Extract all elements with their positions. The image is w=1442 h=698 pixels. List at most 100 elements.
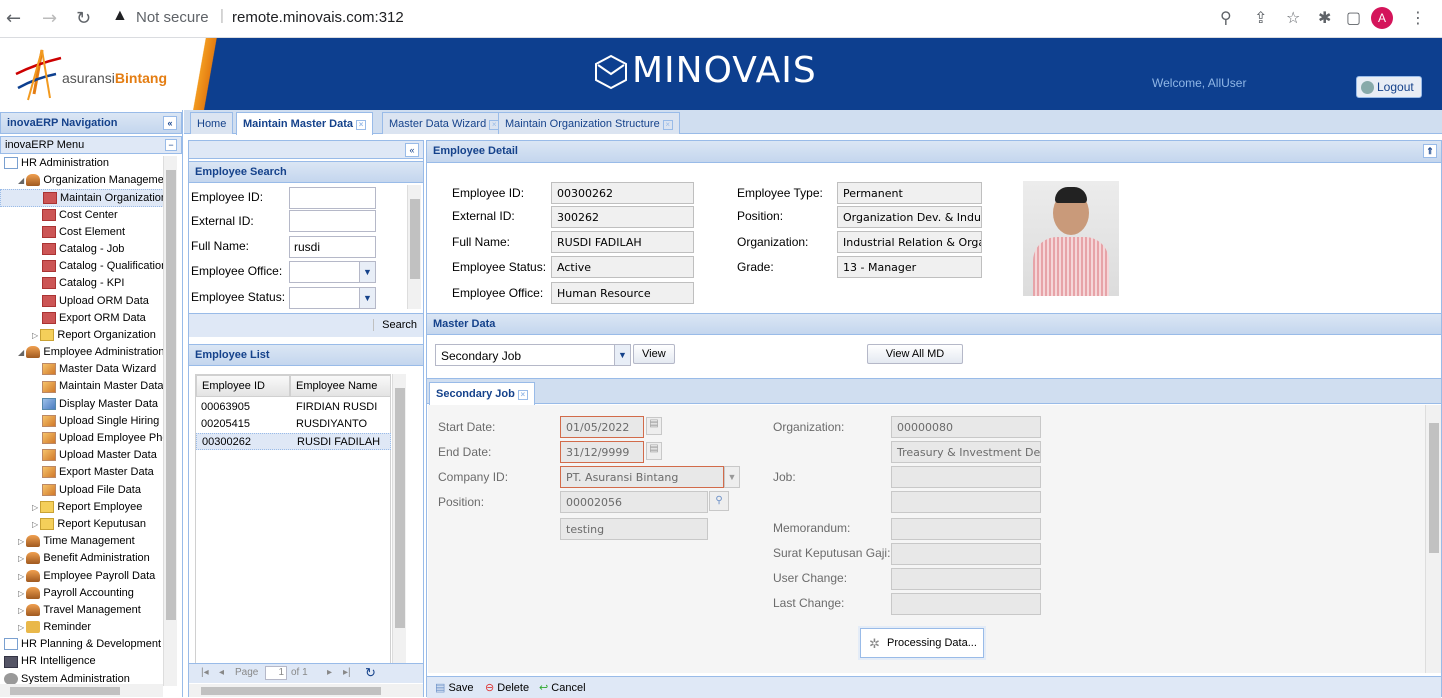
tab-maintain-master-data[interactable]: Maintain Master Data × <box>236 112 374 135</box>
sidebar-item-employee-payroll-data[interactable]: ▷ Employee Payroll Data <box>0 568 168 585</box>
next-page-icon[interactable]: ▸ <box>327 667 332 678</box>
chevron-down-icon[interactable]: ▼ <box>359 288 375 308</box>
tab-maintain-organization-structure[interactable]: Maintain Organization Structure × <box>498 112 680 134</box>
menu-kebab-icon[interactable]: ⋮ <box>1410 8 1426 27</box>
pager-page-input[interactable]: 1 <box>265 666 287 680</box>
master-data-select[interactable]: Secondary Job ▼ <box>435 344 631 366</box>
view-button[interactable]: View <box>633 344 675 364</box>
close-tab-icon[interactable]: × <box>356 120 367 130</box>
sidebar-item-report-keputusan[interactable]: ▷ Report Keputusan <box>0 516 168 533</box>
sidebar-item-hr-administration[interactable]: HR Administration <box>0 155 168 172</box>
calendar-icon[interactable]: ▤ <box>646 442 662 460</box>
cancel-button[interactable]: ↩ Cancel <box>539 681 586 694</box>
extensions-icon[interactable]: ✱ <box>1318 8 1331 27</box>
organization-code-input[interactable]: 00000080 <box>891 416 1041 438</box>
logout-button[interactable]: Logout <box>1356 76 1422 98</box>
sidebar-item-display-master-data[interactable]: Display Master Data <box>0 396 168 413</box>
search-scrollbar[interactable] <box>407 185 421 309</box>
tree-expander-icon[interactable]: ▷ <box>32 331 40 340</box>
last-page-icon[interactable]: ▸| <box>343 667 351 678</box>
position-code-input[interactable]: 00002056 <box>560 491 708 513</box>
table-row[interactable]: 00063905 FIRDIAN RUSDI <box>196 399 391 416</box>
forward-arrow-icon[interactable]: → <box>42 8 57 29</box>
calendar-icon[interactable]: ▤ <box>646 417 662 435</box>
sidebar-item-upload-file-data[interactable]: Upload File Data <box>0 482 168 499</box>
search-button[interactable]: Search <box>373 319 417 331</box>
sidebar-item-export-master-data[interactable]: Export Master Data <box>0 464 168 481</box>
employee-office-select[interactable]: ▼ <box>289 261 376 283</box>
tree-expander-icon[interactable]: ▷ <box>32 503 40 512</box>
bookmark-star-icon[interactable]: ☆ <box>1286 8 1300 27</box>
tab-master-data-wizard[interactable]: Master Data Wizard × <box>382 112 507 134</box>
sidebar-item-hr-intelligence[interactable]: HR Intelligence <box>0 653 168 670</box>
close-tab-icon[interactable]: × <box>662 120 673 130</box>
sidebar-item-upload-single-hiring[interactable]: Upload Single Hiring <box>0 413 168 430</box>
collapse-detail-icon[interactable]: ⇑ <box>1423 144 1437 158</box>
zoom-icon[interactable]: ⚲ <box>1220 8 1232 27</box>
external-id-input[interactable] <box>289 210 376 232</box>
tree-expander-icon[interactable]: ▷ <box>18 589 26 598</box>
end-date-input[interactable]: 31/12/9999 <box>560 441 644 463</box>
nav-hscrollbar[interactable] <box>0 684 163 697</box>
search-icon[interactable]: ⚲ <box>709 491 729 511</box>
sidebar-item-employee-administration[interactable]: ◢ Employee Administration <box>0 344 168 361</box>
sidebar-item-catalog-qualification[interactable]: Catalog - Qualification <box>0 258 168 275</box>
tree-expander-icon[interactable]: ▷ <box>18 572 26 581</box>
tree-expander-icon[interactable]: ▷ <box>18 537 26 546</box>
sidebar-item-hr-planning-development[interactable]: HR Planning & Development <box>0 636 168 653</box>
sidebar-item-travel-management[interactable]: ▷ Travel Management <box>0 602 168 619</box>
memorandum-input[interactable] <box>891 518 1041 540</box>
sidebar-item-cost-center[interactable]: Cost Center <box>0 207 168 224</box>
form-scrollbar[interactable] <box>1425 405 1441 673</box>
tree-expander-icon[interactable]: ◢ <box>18 348 26 357</box>
profile-avatar[interactable]: A <box>1371 7 1393 29</box>
chevron-down-icon[interactable]: ▼ <box>724 466 740 488</box>
table-row[interactable]: 00205415 RUSDIYANTO <box>196 416 391 433</box>
sidebar-item-master-data-wizard[interactable]: Master Data Wizard <box>0 361 168 378</box>
chevron-down-icon[interactable]: ▼ <box>614 345 630 365</box>
column-header-employee-name[interactable]: Employee Name <box>290 375 391 397</box>
company-id-select[interactable]: PT. Asuransi Bintang <box>560 466 724 488</box>
sidebar-item-payroll-accounting[interactable]: ▷ Payroll Accounting <box>0 585 168 602</box>
tree-expander-icon[interactable]: ▷ <box>32 520 40 529</box>
tab-home[interactable]: Home <box>190 112 234 134</box>
back-arrow-icon[interactable]: ← <box>6 8 21 29</box>
collapse-search-icon[interactable]: « <box>405 143 419 157</box>
surat-keputusan-gaji-input[interactable] <box>891 543 1041 565</box>
sidebar-item-report-employee[interactable]: ▷ Report Employee <box>0 499 168 516</box>
first-page-icon[interactable]: |◂ <box>201 667 209 678</box>
start-date-input[interactable]: 01/05/2022 <box>560 416 644 438</box>
grid-scrollbar[interactable] <box>392 374 406 674</box>
sidebar-item-catalog-kpi[interactable]: Catalog - KPI <box>0 275 168 292</box>
chevron-down-icon[interactable]: ▼ <box>359 262 375 282</box>
tree-expander-icon[interactable]: ▷ <box>18 606 26 615</box>
close-tab-icon[interactable]: × <box>517 390 528 400</box>
prev-page-icon[interactable]: ◂ <box>219 667 224 678</box>
view-all-md-button[interactable]: View All MD <box>867 344 963 364</box>
search-hscrollbar[interactable] <box>189 684 423 697</box>
collapse-nav-icon[interactable]: « <box>163 116 177 130</box>
sidebar-item-maintain-organization[interactable]: Maintain Organization <box>0 189 168 207</box>
tree-expander-icon[interactable]: ▷ <box>18 623 26 632</box>
tab-secondary-job[interactable]: Secondary Job × <box>429 382 535 405</box>
refresh-icon[interactable]: ↻ <box>365 665 376 681</box>
employee-status-select[interactable]: ▼ <box>289 287 376 309</box>
sidebar-item-maintain-master-data[interactable]: Maintain Master Data <box>0 378 168 395</box>
sidebar-item-organization-managemen[interactable]: ◢ Organization Managemen <box>0 172 168 189</box>
sidebar-item-time-management[interactable]: ▷ Time Management <box>0 533 168 550</box>
tree-expander-icon[interactable]: ◢ <box>18 176 26 185</box>
sidebar-item-export-orm-data[interactable]: Export ORM Data <box>0 310 168 327</box>
sidebar-item-benefit-administration[interactable]: ▷ Benefit Administration <box>0 550 168 567</box>
full-name-input[interactable]: rusdi <box>289 236 376 258</box>
sidebar-item-reminder[interactable]: ▷ Reminder <box>0 619 168 636</box>
sidebar-item-report-organization[interactable]: ▷ Report Organization <box>0 327 168 344</box>
column-header-employee-id[interactable]: Employee ID <box>196 375 290 397</box>
job-code-input[interactable] <box>891 466 1041 488</box>
share-icon[interactable]: ⇪ <box>1254 8 1267 27</box>
sidebar-item-upload-employee-phot[interactable]: Upload Employee Phot <box>0 430 168 447</box>
sidebar-item-catalog-job[interactable]: Catalog - Job <box>0 241 168 258</box>
employee-id-input[interactable] <box>289 187 376 209</box>
save-button[interactable]: ▤ Save <box>435 681 474 694</box>
tree-expander-icon[interactable]: ▷ <box>18 554 26 563</box>
reload-icon[interactable]: ↻ <box>76 8 91 29</box>
